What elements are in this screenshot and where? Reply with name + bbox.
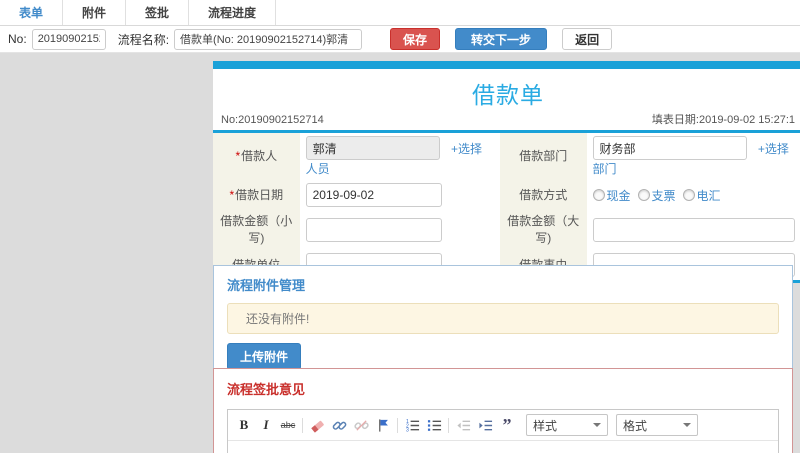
- radio-option-cash[interactable]: 现金: [592, 187, 631, 204]
- department-input[interactable]: [592, 136, 747, 160]
- outdent-icon[interactable]: [452, 416, 474, 435]
- styles-dropdown[interactable]: 样式: [526, 414, 608, 436]
- loan-form-table: *借款人 +选择人员 借款部门 +选择部门 *借款日期 借款方式: [213, 133, 800, 280]
- editor-body[interactable]: [228, 441, 778, 453]
- amount-lower-label-cell: 借款金额（小写): [213, 210, 300, 250]
- payment-method-radio-group: 现金 支票 电汇: [592, 187, 797, 204]
- loan-date-input[interactable]: [305, 183, 442, 207]
- borrower-field-cell: +选择人员: [300, 133, 500, 180]
- loan-date-field-cell: [300, 180, 500, 210]
- command-bar: No: 流程名称: 保存 转交下一步 返回: [0, 26, 800, 53]
- toolbar-separator: [397, 417, 398, 433]
- save-button[interactable]: 保存: [390, 28, 441, 50]
- upload-attachment-button[interactable]: 上传附件: [227, 343, 302, 370]
- table-row: *借款人 +选择人员 借款部门 +选择部门: [213, 133, 800, 180]
- borrower-input[interactable]: [305, 136, 440, 160]
- tab-form-label: 表单: [19, 6, 44, 20]
- amount-lower-input[interactable]: [305, 218, 442, 242]
- radio-icon[interactable]: [592, 189, 605, 201]
- toolbar-separator: [448, 417, 449, 433]
- italic-icon[interactable]: I: [255, 416, 277, 435]
- attachments-title: 流程附件管理: [227, 278, 306, 293]
- method-field-cell: 现金 支票 电汇: [587, 180, 800, 210]
- svg-text:3: 3: [405, 427, 408, 432]
- unordered-list-icon[interactable]: [423, 416, 445, 435]
- amount-lower-field-cell: [300, 210, 500, 250]
- radio-icon[interactable]: [637, 189, 650, 201]
- radio-option-wire-label: 电汇: [696, 188, 721, 203]
- method-label: 借款方式: [519, 187, 568, 202]
- tab-attachments-label: 附件: [82, 6, 107, 20]
- department-field-cell: +选择部门: [587, 133, 800, 180]
- amount-lower-label: 借款金额（小写): [220, 214, 293, 245]
- radio-option-wire[interactable]: 电汇: [682, 187, 721, 204]
- no-label: No:: [8, 32, 27, 46]
- radio-option-cheque-label: 支票: [651, 188, 676, 203]
- loan-date-label-cell: *借款日期: [213, 180, 300, 210]
- tab-form[interactable]: 表单: [0, 0, 64, 25]
- attachments-panel: 流程附件管理 还没有附件! 上传附件: [213, 265, 793, 380]
- ordered-list-icon[interactable]: 123: [401, 416, 423, 435]
- method-label-cell: 借款方式: [499, 180, 587, 210]
- required-mark: *: [229, 187, 235, 202]
- editor-toolbar: B I abc 123 ” 样式 格式: [228, 410, 778, 441]
- tab-progress[interactable]: 流程进度: [189, 0, 277, 25]
- no-attachments-message: 还没有附件!: [227, 303, 779, 334]
- tab-approval-label: 签批: [145, 6, 170, 20]
- tab-progress-label: 流程进度: [208, 6, 257, 20]
- table-row: *借款日期 借款方式 现金 支票 电汇: [213, 180, 800, 210]
- department-label: 借款部门: [519, 149, 568, 163]
- radio-option-cash-label: 现金: [606, 188, 631, 203]
- link-icon[interactable]: [328, 416, 350, 435]
- unlink-icon[interactable]: [350, 416, 372, 435]
- bold-icon[interactable]: B: [233, 416, 255, 435]
- approval-title: 流程签批意见: [227, 382, 306, 397]
- strikethrough-icon[interactable]: abc: [277, 416, 299, 435]
- rich-text-editor: B I abc 123 ” 样式 格式: [227, 409, 779, 453]
- form-title: 借款单: [472, 82, 544, 108]
- loan-form-panel: 借款单 No:20190902152714 填表日期:2019-09-02 15…: [213, 61, 800, 283]
- toolbar-separator: [302, 417, 303, 433]
- chevron-down-icon: [683, 423, 691, 427]
- amount-upper-input[interactable]: [592, 218, 795, 242]
- tab-approval[interactable]: 签批: [126, 0, 190, 25]
- format-dropdown[interactable]: 格式: [616, 414, 698, 436]
- amount-upper-field-cell: [587, 210, 800, 250]
- form-top-bar: [213, 61, 800, 69]
- no-input[interactable]: [31, 28, 106, 50]
- styles-dropdown-label: 样式: [533, 418, 558, 433]
- blockquote-icon[interactable]: ”: [496, 416, 518, 435]
- form-meta-row: No:20190902152714 填表日期:2019-09-02 15:27:…: [213, 114, 800, 130]
- form-no-text: No:20190902152714: [221, 114, 324, 126]
- borrower-label: 借款人: [241, 149, 278, 163]
- back-button[interactable]: 返回: [562, 28, 613, 50]
- tab-bar: 表单 附件 签批 流程进度: [0, 0, 800, 26]
- chevron-down-icon: [593, 423, 601, 427]
- forward-next-step-button[interactable]: 转交下一步: [455, 28, 548, 50]
- format-dropdown-label: 格式: [623, 418, 648, 433]
- approval-panel: 流程签批意见 B I abc 1 2 3 ” 样式 格式: [213, 368, 793, 453]
- required-mark: *: [235, 149, 241, 163]
- amount-upper-label-cell: 借款金额（大写): [499, 210, 587, 250]
- loan-date-label: 借款日期: [235, 187, 284, 202]
- remove-format-icon[interactable]: [306, 416, 328, 435]
- amount-upper-label: 借款金额（大写): [507, 214, 580, 245]
- indent-icon[interactable]: [474, 416, 496, 435]
- radio-icon[interactable]: [682, 189, 695, 201]
- form-date-text: 填表日期:2019-09-02 15:27:1: [651, 114, 795, 126]
- flow-name-label: 流程名称:: [117, 32, 170, 47]
- table-row: 借款金额（小写) 借款金额（大写): [213, 210, 800, 250]
- anchor-flag-icon[interactable]: [372, 416, 394, 435]
- flow-name-input[interactable]: [174, 28, 363, 50]
- borrower-label-cell: *借款人: [213, 133, 300, 180]
- tab-attachments[interactable]: 附件: [63, 0, 127, 25]
- radio-option-cheque[interactable]: 支票: [637, 187, 676, 204]
- department-label-cell: 借款部门: [499, 133, 587, 180]
- content-area: 借款单 No:20190902152714 填表日期:2019-09-02 15…: [0, 53, 800, 453]
